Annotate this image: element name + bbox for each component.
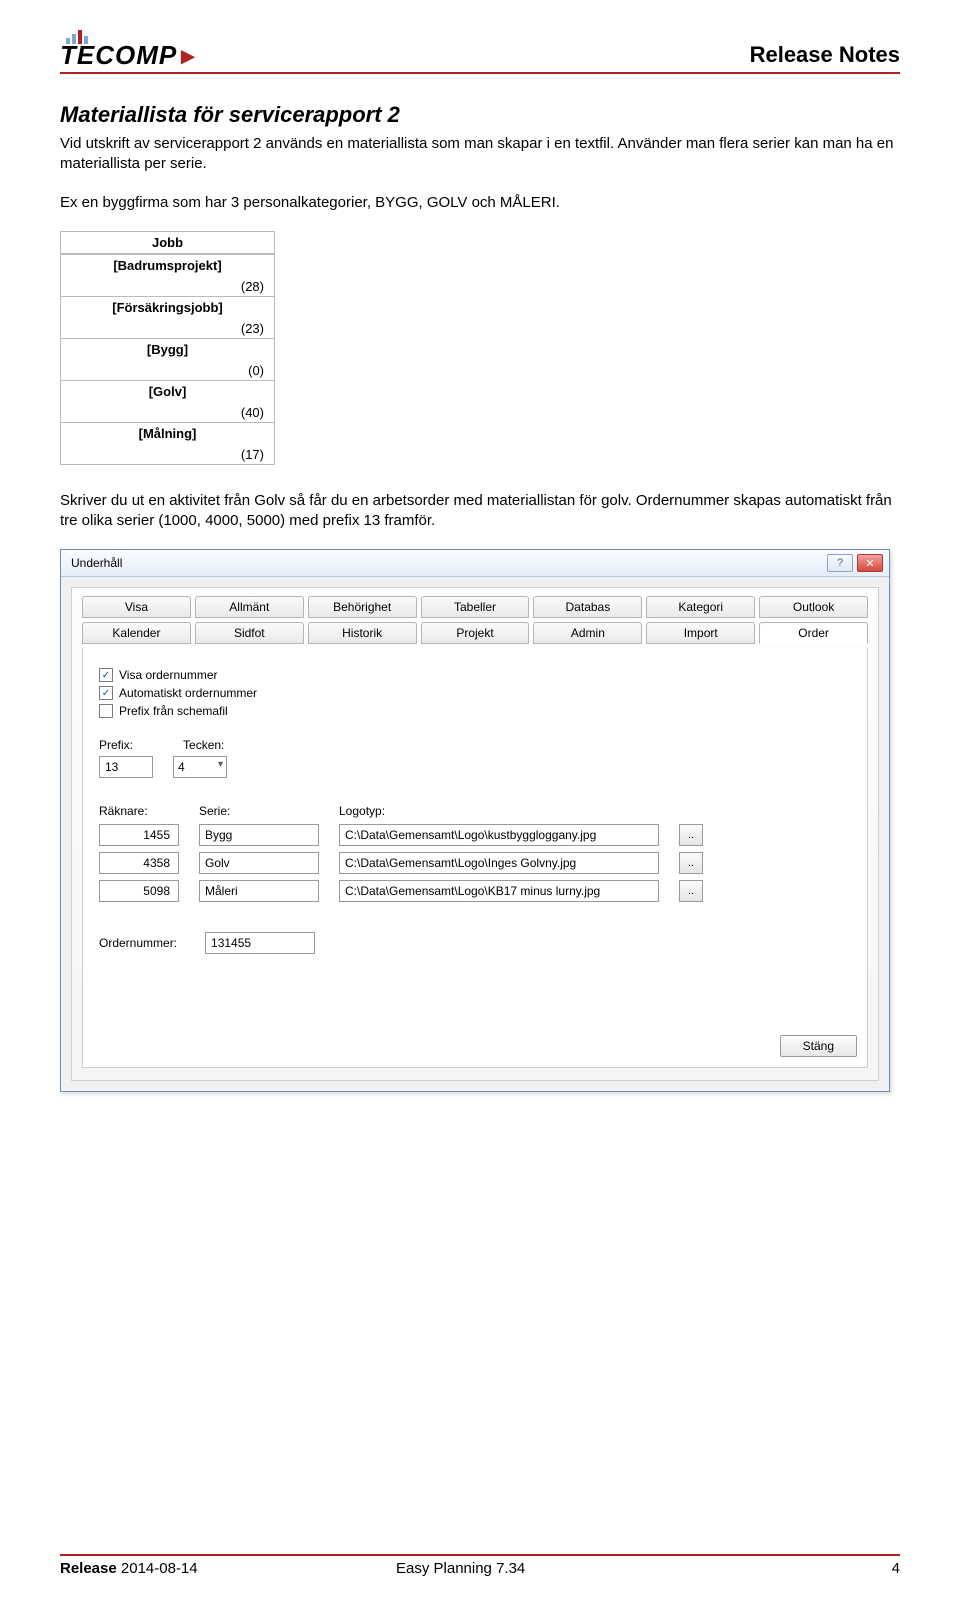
dialog-titlebar: Underhåll ? ✕ xyxy=(61,550,889,577)
stang-button[interactable]: Stäng xyxy=(780,1035,857,1057)
checkbox-visa-ordernummer[interactable]: ✓ xyxy=(99,668,113,682)
jobb-count: (23) xyxy=(241,321,264,336)
release-label: Release xyxy=(60,1560,117,1577)
tab-admin[interactable]: Admin xyxy=(533,622,642,644)
checkbox-label: Automatiskt ordernummer xyxy=(119,686,257,700)
jobb-label: [Badrumsprojekt] xyxy=(61,255,274,273)
tab-projekt[interactable]: Projekt xyxy=(421,622,530,644)
window-close-button[interactable]: ✕ xyxy=(857,554,883,572)
logo: TECOMP ▸ xyxy=(60,30,195,68)
page-footer: Release 2014-08-14 Easy Planning 7.34 4 xyxy=(60,1554,900,1577)
checkbox-auto-ordernummer[interactable]: ✓ xyxy=(99,686,113,700)
paragraph-1: Vid utskrift av servicerapport 2 används… xyxy=(60,134,900,175)
jobb-count: (40) xyxy=(241,405,264,420)
page-header: TECOMP ▸ Release Notes xyxy=(60,30,900,74)
series-row: .. xyxy=(99,880,851,902)
series-row: .. xyxy=(99,824,851,846)
jobb-row: [Målning] (17) xyxy=(61,422,274,464)
raknare-input[interactable] xyxy=(99,880,179,902)
logotyp-input[interactable] xyxy=(339,824,659,846)
jobb-label: [Försäkringsjobb] xyxy=(61,297,274,315)
tabs-row-top: Visa Allmänt Behörighet Tabeller Databas… xyxy=(82,596,868,618)
logotyp-header: Logotyp: xyxy=(339,804,659,818)
dialog-title: Underhåll xyxy=(71,556,122,570)
logotyp-input[interactable] xyxy=(339,880,659,902)
jobb-count: (28) xyxy=(241,279,264,294)
underhall-dialog: Underhåll ? ✕ Visa Allmänt Behörighet Ta… xyxy=(60,549,890,1092)
series-row: .. xyxy=(99,852,851,874)
tecken-label: Tecken: xyxy=(183,738,224,752)
serie-input[interactable] xyxy=(199,880,319,902)
jobb-table: Jobb [Badrumsprojekt] (28) [Försäkringsj… xyxy=(60,231,275,465)
jobb-row: [Badrumsprojekt] (28) xyxy=(61,254,274,296)
tab-databas[interactable]: Databas xyxy=(533,596,642,618)
release-date: 2014-08-14 xyxy=(121,1560,198,1577)
paragraph-3: Skriver du ut en aktivitet från Golv så … xyxy=(60,491,900,532)
checkbox-label: Visa ordernummer xyxy=(119,668,217,682)
doc-title: Release Notes xyxy=(750,42,900,68)
tecken-value: 4 xyxy=(178,760,185,774)
close-icon: ✕ xyxy=(865,557,874,570)
checkbox-row: ✓ Automatiskt ordernummer xyxy=(99,686,851,700)
checkbox-prefix-schemafil[interactable] xyxy=(99,704,113,718)
tab-import[interactable]: Import xyxy=(646,622,755,644)
jobb-row: [Golv] (40) xyxy=(61,380,274,422)
tab-kategori[interactable]: Kategori xyxy=(646,596,755,618)
help-icon: ? xyxy=(837,557,843,569)
dialog-body: Visa Allmänt Behörighet Tabeller Databas… xyxy=(71,587,879,1081)
help-button[interactable]: ? xyxy=(827,554,853,572)
jobb-count: (0) xyxy=(248,363,264,378)
prefix-input[interactable] xyxy=(99,756,153,778)
jobb-label: [Golv] xyxy=(61,381,274,399)
tab-allmant[interactable]: Allmänt xyxy=(195,596,304,618)
jobb-header: Jobb xyxy=(61,232,274,254)
tab-outlook[interactable]: Outlook xyxy=(759,596,868,618)
tab-sidfot[interactable]: Sidfot xyxy=(195,622,304,644)
tecken-select[interactable]: 4 xyxy=(173,756,227,778)
checkbox-row: ✓ Visa ordernummer xyxy=(99,668,851,682)
checkbox-row: Prefix från schemafil xyxy=(99,704,851,718)
jobb-label: [Bygg] xyxy=(61,339,274,357)
tab-visa[interactable]: Visa xyxy=(82,596,191,618)
jobb-row: [Försäkringsjobb] (23) xyxy=(61,296,274,338)
jobb-label: [Målning] xyxy=(61,423,274,441)
tab-order-content: ✓ Visa ordernummer ✓ Automatiskt ordernu… xyxy=(82,648,868,1068)
tabs-row-bottom: Kalender Sidfot Historik Projekt Admin I… xyxy=(82,622,868,644)
tab-historik[interactable]: Historik xyxy=(308,622,417,644)
ordernummer-input[interactable] xyxy=(205,932,315,954)
tab-behorighet[interactable]: Behörighet xyxy=(308,596,417,618)
raknare-input[interactable] xyxy=(99,824,179,846)
tab-kalender[interactable]: Kalender xyxy=(82,622,191,644)
paragraph-2: Ex en byggfirma som har 3 personalkatego… xyxy=(60,193,900,213)
checkbox-label: Prefix från schemafil xyxy=(119,704,228,718)
logotyp-input[interactable] xyxy=(339,852,659,874)
logo-text: TECOMP ▸ xyxy=(60,42,195,68)
tab-tabeller[interactable]: Tabeller xyxy=(421,596,530,618)
raknare-header: Räknare: xyxy=(99,804,179,818)
section-title: Materiallista för servicerapport 2 xyxy=(60,102,900,128)
page-number: 4 xyxy=(732,1560,900,1577)
jobb-count: (17) xyxy=(241,447,264,462)
serie-input[interactable] xyxy=(199,824,319,846)
browse-button[interactable]: .. xyxy=(679,852,703,874)
browse-button[interactable]: .. xyxy=(679,880,703,902)
jobb-row: [Bygg] (0) xyxy=(61,338,274,380)
ordernummer-label: Ordernummer: xyxy=(99,936,177,950)
serie-header: Serie: xyxy=(199,804,319,818)
raknare-input[interactable] xyxy=(99,852,179,874)
serie-input[interactable] xyxy=(199,852,319,874)
product-name: Easy Planning 7.34 xyxy=(396,1560,732,1577)
tab-order[interactable]: Order xyxy=(759,622,868,644)
prefix-label: Prefix: xyxy=(99,738,133,752)
browse-button[interactable]: .. xyxy=(679,824,703,846)
